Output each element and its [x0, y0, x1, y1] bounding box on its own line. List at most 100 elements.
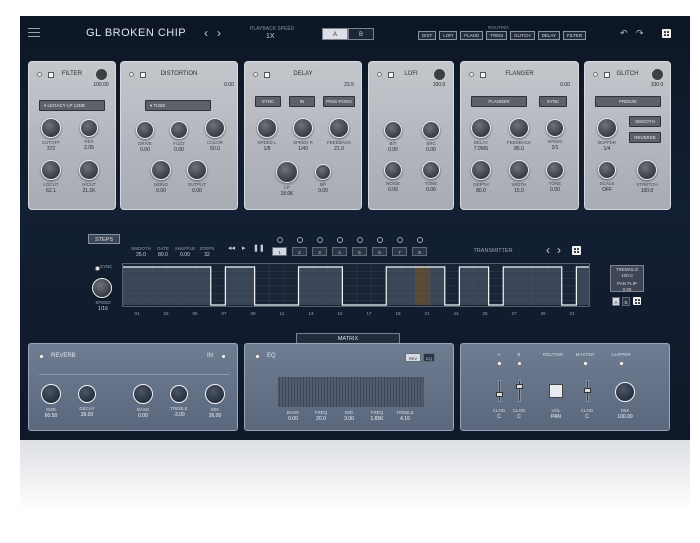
page-dot[interactable] [417, 237, 423, 243]
page-button-3[interactable]: 3 [312, 247, 327, 256]
seq-prev-icon[interactable]: ‹ [546, 243, 550, 257]
step-bar[interactable] [386, 267, 401, 305]
glitch-scale-knob[interactable] [598, 161, 616, 179]
reverb-knob[interactable] [170, 385, 188, 403]
routing-block-icon[interactable] [549, 384, 563, 398]
page-button-4[interactable]: 4 [332, 247, 347, 256]
step-bar[interactable] [137, 267, 153, 305]
reverb-knob[interactable] [41, 384, 61, 404]
pause-icon[interactable]: ❚❚ [253, 244, 265, 252]
flanger-tone-knob[interactable] [546, 161, 564, 179]
page-dot[interactable] [297, 237, 303, 243]
reverb-knob[interactable] [205, 384, 225, 404]
flanger-feedback-knob[interactable] [509, 118, 529, 138]
distortion-color-knob[interactable] [205, 118, 225, 138]
steps-button[interactable]: STEPS [88, 234, 120, 244]
page-dot[interactable] [377, 237, 383, 243]
delay-ping-pong-button[interactable]: PING-PONG [323, 96, 355, 107]
step-sequencer-grid[interactable] [122, 263, 590, 307]
filter-mix-knob[interactable] [95, 68, 108, 81]
step-bar[interactable] [532, 267, 548, 305]
fader-b-cap[interactable] [516, 384, 523, 389]
distortion-drive-knob[interactable] [136, 121, 154, 139]
seq-randomize-dice-icon[interactable] [572, 246, 581, 255]
routing-chip-lofi[interactable]: LOFI [439, 31, 458, 40]
step-bar[interactable] [459, 267, 474, 305]
distortion-type-select[interactable]: ▾ TUBE [145, 100, 211, 111]
filter-type-select[interactable]: ▾ LEGACY LP 12DB [39, 100, 105, 111]
step-bar[interactable] [517, 267, 533, 305]
distortion-mono-knob[interactable] [151, 160, 171, 180]
step-bar[interactable] [474, 267, 489, 305]
eq-eq-button[interactable]: EQ [423, 353, 435, 362]
a-led[interactable] [497, 361, 502, 366]
prev-preset-icon[interactable]: ‹ [204, 26, 208, 40]
eq-rev-button[interactable]: REV [405, 353, 421, 362]
fader-a[interactable] [498, 380, 501, 402]
glitch-reverse-button[interactable]: REVERSE [629, 132, 661, 143]
reverb-in-led[interactable] [221, 354, 226, 359]
playback-speed-value[interactable]: 1X [266, 33, 275, 40]
redo-icon[interactable]: ↷ [636, 28, 644, 39]
delay-speed-r-knob[interactable] [293, 118, 313, 138]
step-bar[interactable] [313, 267, 328, 305]
distortion-output-knob[interactable] [187, 160, 207, 180]
step-bar[interactable] [152, 267, 167, 305]
page-button-2[interactable]: 2 [292, 247, 307, 256]
filter-hicut-knob[interactable] [79, 160, 99, 180]
lofi-mix-knob[interactable] [433, 68, 446, 81]
step-bar[interactable] [547, 267, 562, 305]
step-bar[interactable] [166, 267, 182, 305]
delay-speed-l-knob[interactable] [257, 118, 277, 138]
menu-icon[interactable] [28, 28, 40, 37]
routing-chip-filter[interactable]: FILTER [563, 31, 587, 40]
preset-a-button[interactable]: A [322, 28, 348, 40]
delay-lp-knob[interactable] [276, 161, 298, 183]
eq-band-value[interactable]: 4.16 [389, 416, 421, 422]
next-preset-icon[interactable]: › [217, 26, 221, 40]
lofi-noise-knob[interactable] [384, 161, 402, 179]
page-dot[interactable] [317, 237, 323, 243]
delay-bp-knob[interactable] [315, 164, 331, 180]
flanger-width-knob[interactable] [509, 160, 529, 180]
fader-a-cap[interactable] [496, 392, 503, 397]
sequencer-speed-knob[interactable] [92, 278, 112, 298]
step-bar[interactable] [225, 267, 240, 305]
flanger-delay-knob[interactable] [471, 118, 491, 138]
step-bar[interactable] [430, 267, 445, 305]
step-bar[interactable] [400, 267, 416, 305]
step-bar[interactable] [576, 267, 590, 305]
rewind-icon[interactable]: ◂◂ [228, 244, 235, 252]
page-button-7[interactable]: 7 [392, 247, 407, 256]
target-dice-icon[interactable] [633, 297, 641, 305]
master-led[interactable] [583, 361, 588, 366]
lofi-src-knob[interactable] [422, 121, 440, 139]
step-bar[interactable] [196, 267, 211, 305]
preset-b-button[interactable]: B [348, 28, 374, 40]
glitch-mix-knob[interactable] [651, 68, 664, 81]
flanger-sync-button[interactable]: SYNC [539, 96, 567, 107]
glitch-freeze-button[interactable]: FREEZE [595, 96, 661, 107]
page-button-1[interactable]: 1 [272, 247, 287, 256]
glitch-smooth-button[interactable]: SMOOTH [629, 116, 661, 127]
reverb-knob[interactable] [133, 384, 153, 404]
filter-res-knob[interactable] [80, 119, 98, 137]
eq-power-led[interactable] [255, 354, 260, 359]
page-button-8[interactable]: 8 [412, 247, 427, 256]
seq-target-a-button[interactable]: A [612, 297, 620, 306]
routing-chip-trem[interactable]: TREM [486, 31, 508, 40]
flanger-flanger-button[interactable]: FLANGER [471, 96, 527, 107]
glitch-buffer-knob[interactable] [597, 118, 617, 138]
flanger-depth-knob[interactable] [471, 160, 491, 180]
play-icon[interactable]: ▸ [242, 244, 246, 252]
lofi-bit-knob[interactable] [384, 121, 402, 139]
undo-icon[interactable]: ↶ [620, 28, 628, 39]
delay-sync-button[interactable]: SYNC [255, 96, 281, 107]
step-bar[interactable] [181, 267, 197, 305]
page-dot[interactable] [337, 237, 343, 243]
glitch-stretch-knob[interactable] [637, 160, 657, 180]
page-button-5[interactable]: 5 [352, 247, 367, 256]
routing-chip-flang[interactable]: FLANG [460, 31, 484, 40]
page-dot[interactable] [397, 237, 403, 243]
clipper-led[interactable] [619, 361, 624, 366]
